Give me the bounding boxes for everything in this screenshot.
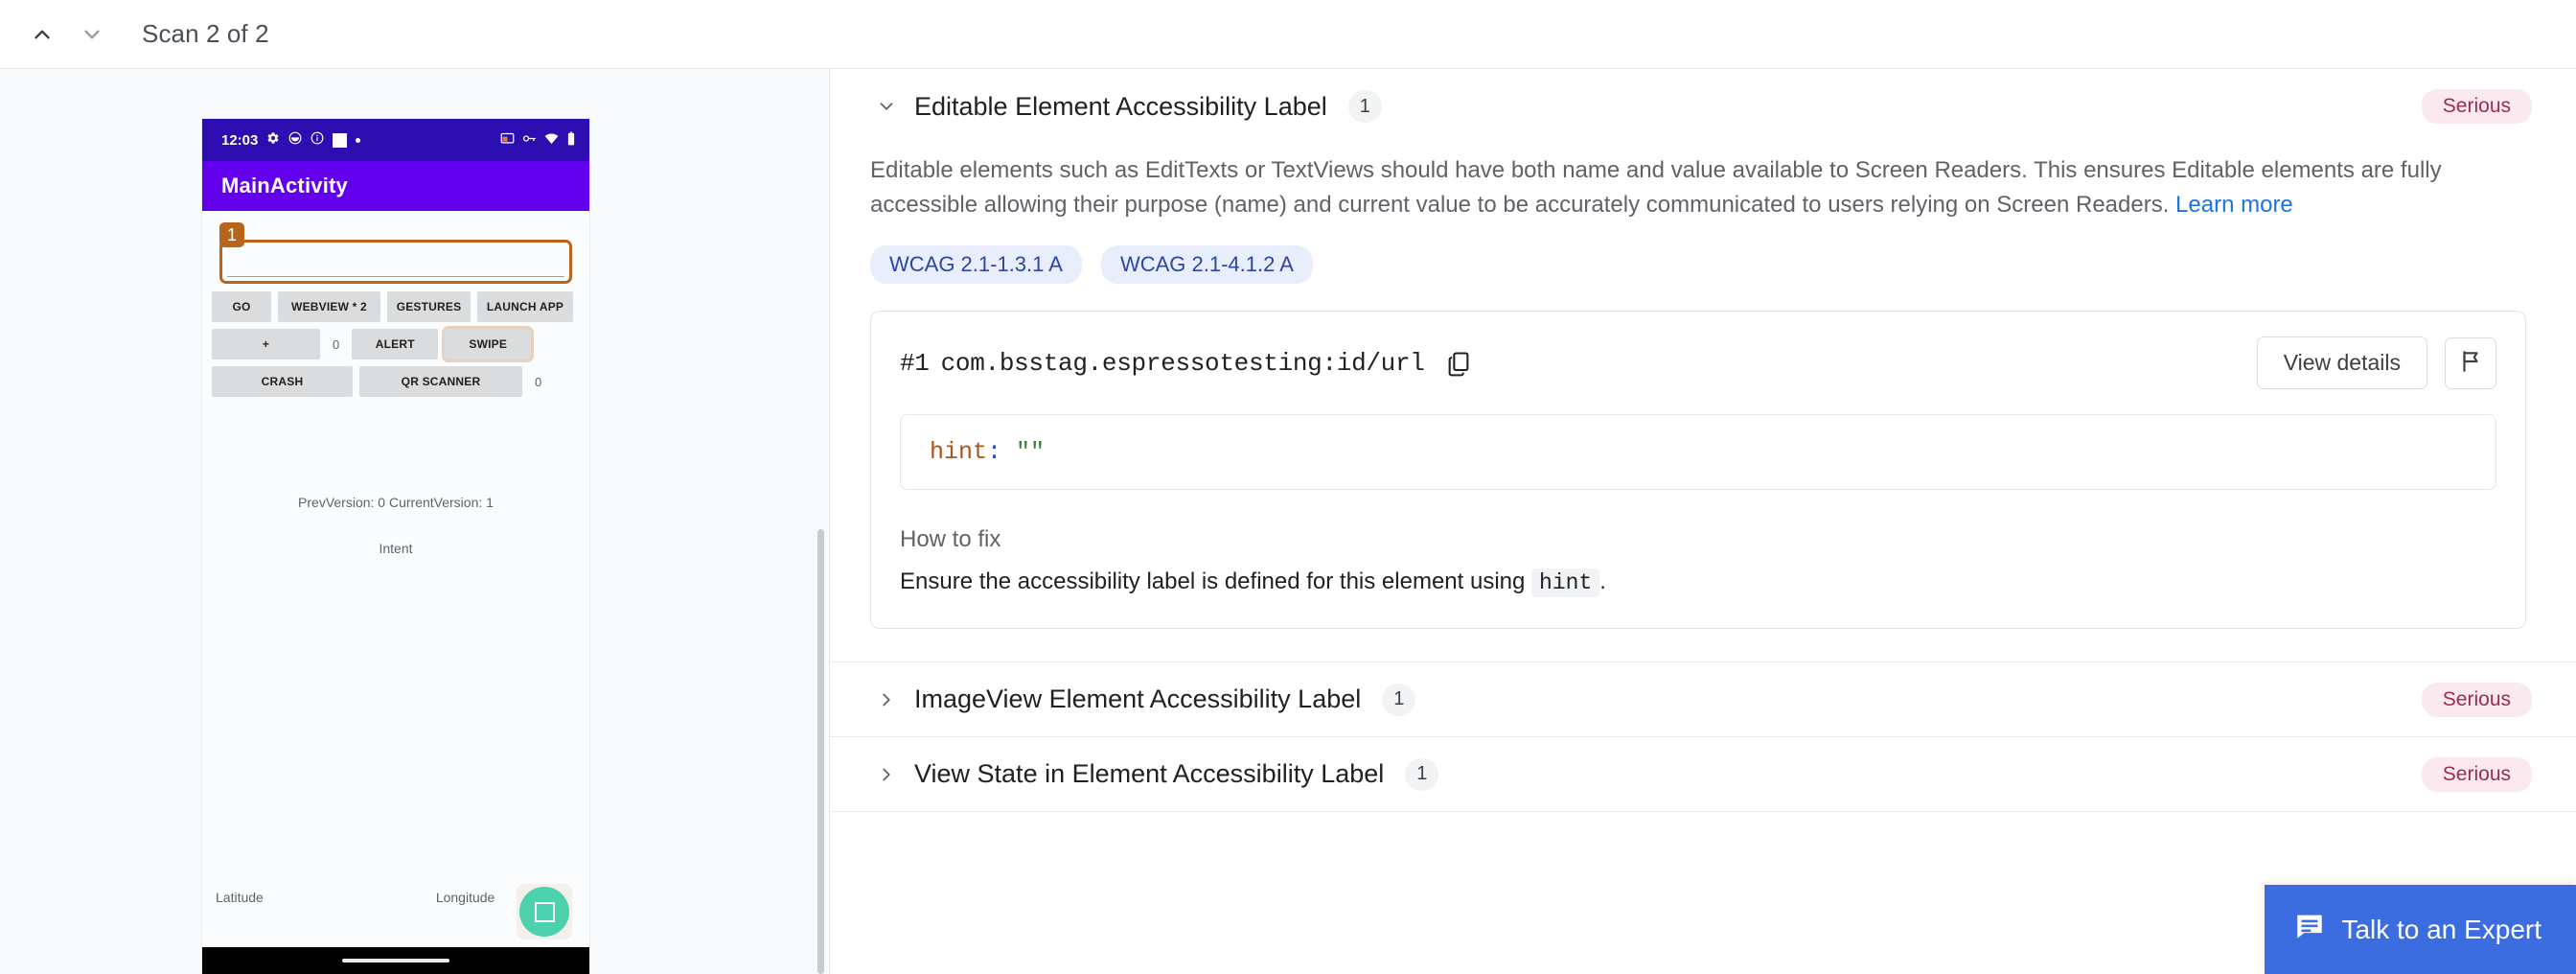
how-to-fix-title: How to fix xyxy=(900,526,2496,553)
qr-counter-value: 0 xyxy=(529,375,547,389)
issue-header-editable-element[interactable]: Editable Element Accessibility Label 1 S… xyxy=(830,69,2576,144)
scan-previous-button[interactable] xyxy=(17,10,67,59)
gestures-button[interactable]: GESTURES xyxy=(387,291,471,322)
issue-instance-card: #1 com.bsstag.espressotesting:id/url Vie… xyxy=(870,311,2526,629)
home-indicator xyxy=(342,959,449,962)
android-status-bar: 12:03 xyxy=(202,119,589,161)
floating-action-button[interactable] xyxy=(519,887,569,937)
scan-counter-label: Scan 2 of 2 xyxy=(142,19,269,49)
top-bar: Scan 2 of 2 xyxy=(0,0,2576,69)
alert-button[interactable]: ALERT xyxy=(352,329,438,359)
crash-button[interactable]: CRASH xyxy=(212,366,353,397)
issue-header-imageview-element[interactable]: ImageView Element Accessibility Label 1 … xyxy=(830,662,2576,737)
wcag-tag[interactable]: WCAG 2.1-1.3.1 A xyxy=(870,245,1082,284)
battery-icon xyxy=(566,131,576,150)
issue-count-badge: 1 xyxy=(1382,684,1415,716)
chevron-down-icon[interactable] xyxy=(870,90,903,123)
learn-more-link[interactable]: Learn more xyxy=(2175,192,2293,218)
chevron-up-icon xyxy=(30,22,55,47)
launch-app-button[interactable]: LAUNCH APP xyxy=(477,291,573,322)
issue-count-badge: 1 xyxy=(1348,90,1382,123)
code-key: hint xyxy=(930,438,987,466)
gear-icon xyxy=(266,131,280,149)
face-icon xyxy=(288,131,302,149)
plus-counter-value: 0 xyxy=(327,337,345,352)
android-app-bar: MainActivity xyxy=(202,161,589,211)
status-badge: Serious xyxy=(2422,757,2532,792)
dot-icon xyxy=(356,138,360,143)
issue-count-badge: 1 xyxy=(1405,758,1438,791)
device-screenshot: 12:03 xyxy=(202,119,589,974)
how-to-fix-text-before: Ensure the accessibility label is define… xyxy=(900,568,1525,594)
fab-highlight xyxy=(517,884,572,939)
cast-icon xyxy=(500,131,515,150)
how-to-fix-text: Ensure the accessibility label is define… xyxy=(900,568,2496,595)
spacer xyxy=(830,629,2576,661)
latitude-label: Latitude xyxy=(216,890,264,905)
device-screen-content: 1 GO WEBVIEW * 2 GESTURES LAUNCH APP + 0… xyxy=(202,211,589,974)
android-nav-bar xyxy=(202,947,589,974)
issue-header-view-state-element[interactable]: View State in Element Accessibility Labe… xyxy=(830,737,2576,812)
longitude-label: Longitude xyxy=(436,890,495,905)
issue-body-editable-element: Editable elements such as EditTexts or T… xyxy=(830,144,2576,629)
qr-scanner-button[interactable]: QR SCANNER xyxy=(359,366,522,397)
element-id-value: com.bsstag.espressotesting:id/url xyxy=(941,349,1425,378)
issue-title: Editable Element Accessibility Label xyxy=(914,92,1327,122)
element-id-prefix: #1 xyxy=(900,349,930,378)
device-button-row-2: + 0 ALERT SWIPE xyxy=(212,329,580,359)
go-button[interactable]: GO xyxy=(212,291,271,322)
how-to-fix-text-after: . xyxy=(1599,568,1606,594)
status-bar-time: 12:03 xyxy=(221,132,258,149)
code-colon: : xyxy=(987,438,1001,466)
main-body: 12:03 xyxy=(0,69,2576,974)
app-bar-title: MainActivity xyxy=(221,174,348,198)
copy-icon[interactable] xyxy=(1442,347,1475,380)
version-text: PrevVersion: 0 CurrentVersion: 1 xyxy=(202,495,589,510)
code-snippet: hint: "" xyxy=(900,414,2496,490)
issue-title: View State in Element Accessibility Labe… xyxy=(914,759,1384,789)
webview-button[interactable]: WEBVIEW * 2 xyxy=(278,291,380,322)
key-icon xyxy=(522,131,537,150)
chat-icon xyxy=(2293,910,2326,949)
view-details-button[interactable]: View details xyxy=(2257,336,2427,389)
preview-scrollbar[interactable] xyxy=(817,529,824,974)
flag-icon xyxy=(2458,349,2483,377)
issue-title: ImageView Element Accessibility Label xyxy=(914,684,1361,714)
chevron-right-icon[interactable] xyxy=(870,758,903,791)
wcag-tag[interactable]: WCAG 2.1-4.1.2 A xyxy=(1101,245,1313,284)
how-to-fix-inline-code: hint xyxy=(1531,568,1599,597)
wcag-tag-row: WCAG 2.1-1.3.1 A WCAG 2.1-4.1.2 A xyxy=(870,245,2532,284)
status-badge: Serious xyxy=(2422,683,2532,717)
wifi-icon xyxy=(544,131,559,150)
report-issue-button[interactable] xyxy=(2445,337,2496,389)
device-button-row-3: CRASH QR SCANNER 0 xyxy=(212,366,580,397)
swipe-button[interactable]: SWIPE xyxy=(445,329,531,359)
code-value: "" xyxy=(1016,438,1045,466)
talk-to-expert-button[interactable]: Talk to an Expert xyxy=(2265,885,2576,974)
plus-button[interactable]: + xyxy=(212,329,320,359)
scan-next-button[interactable] xyxy=(67,10,117,59)
stop-square-icon xyxy=(535,902,555,922)
issue-marker-badge[interactable]: 1 xyxy=(219,222,244,247)
square-icon xyxy=(333,133,347,148)
status-badge: Serious xyxy=(2422,89,2532,124)
chevron-down-icon xyxy=(80,22,104,47)
issue-instance-header: #1 com.bsstag.espressotesting:id/url Vie… xyxy=(900,336,2496,389)
device-button-grid: GO WEBVIEW * 2 GESTURES LAUNCH APP + 0 A… xyxy=(212,291,580,404)
issue-list-pane: Editable Element Accessibility Label 1 S… xyxy=(830,69,2576,974)
talk-to-expert-label: Talk to an Expert xyxy=(2341,915,2542,945)
screenshot-preview-pane: 12:03 xyxy=(0,69,830,974)
chevron-right-icon[interactable] xyxy=(870,684,903,716)
intent-text: Intent xyxy=(202,541,589,556)
issue-instance-actions: View details xyxy=(2257,336,2496,389)
url-edittext-highlight[interactable] xyxy=(219,240,572,284)
device-button-row-1: GO WEBVIEW * 2 GESTURES LAUNCH APP xyxy=(212,291,580,322)
issue-description: Editable elements such as EditTexts or T… xyxy=(870,144,2528,222)
info-icon xyxy=(310,131,324,149)
